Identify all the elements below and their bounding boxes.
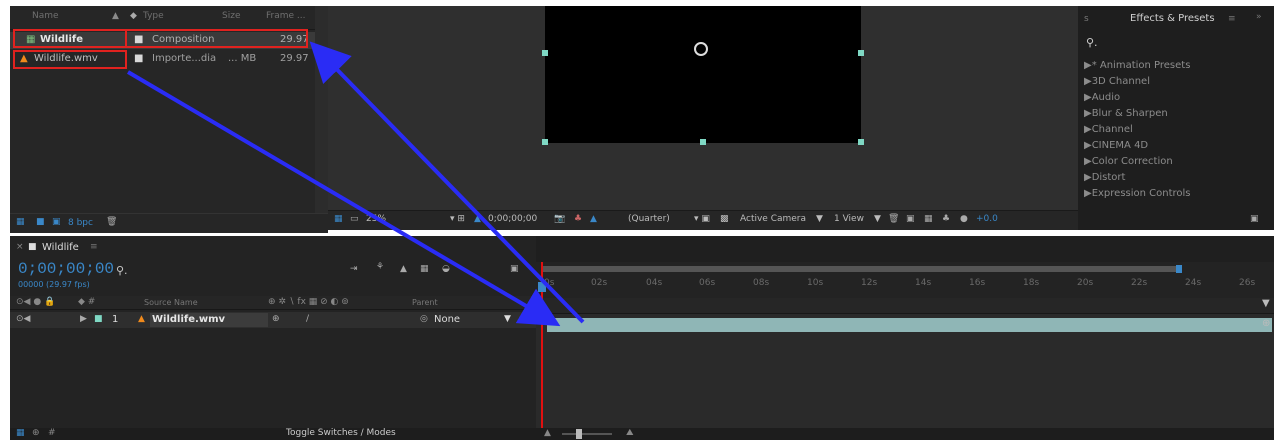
arrow-to-composition (309, 41, 585, 324)
annotation-arrows (126, 41, 585, 327)
arrow-to-timeline (126, 70, 561, 327)
